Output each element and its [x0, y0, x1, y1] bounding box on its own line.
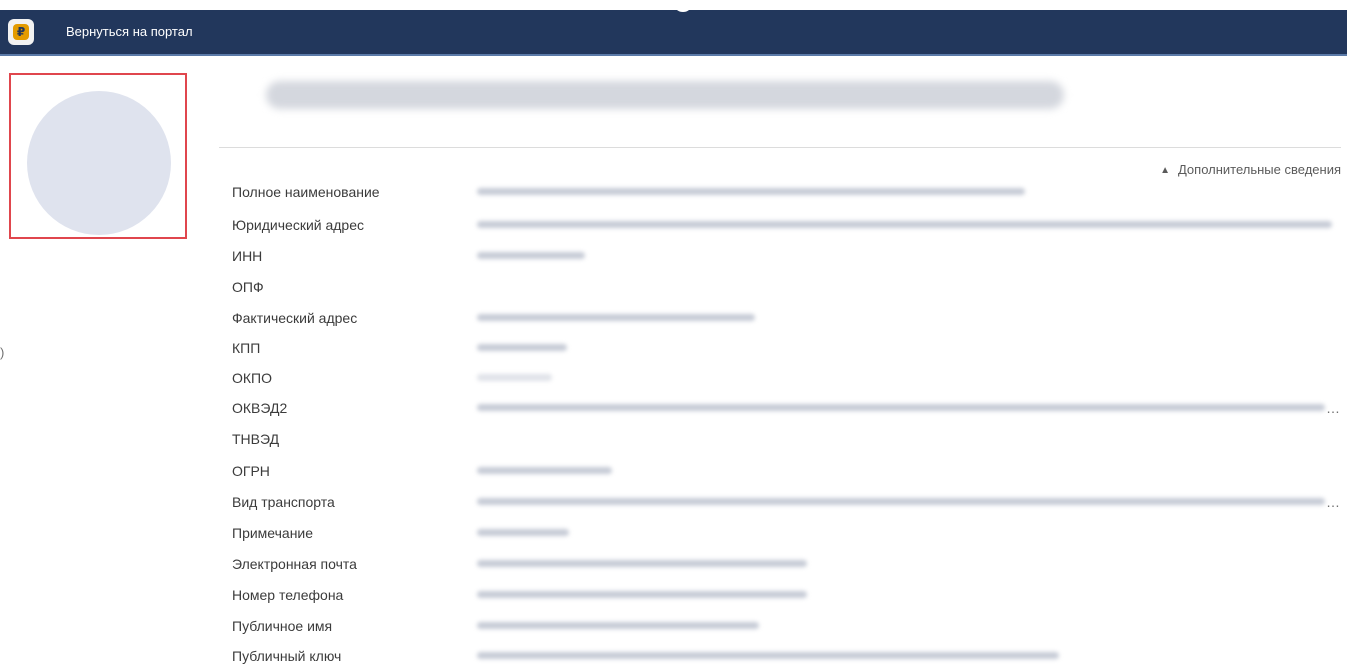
truncation-ellipsis: …	[1326, 400, 1340, 416]
section-divider	[219, 147, 1341, 148]
field-label: ТНВЭД	[232, 431, 280, 447]
field-row-ogrn: ОГРН	[232, 459, 1340, 483]
back-to-portal-link[interactable]: Вернуться на портал	[66, 24, 193, 40]
field-value-blurred	[477, 374, 552, 381]
field-row-full-name: Полное наименование	[232, 180, 1340, 204]
field-label: Полное наименование	[232, 184, 380, 200]
additional-info-toggle[interactable]: ▲ Дополнительные сведения	[1160, 162, 1341, 177]
field-label: ОКПО	[232, 370, 272, 386]
ruble-logo-icon: ₽	[13, 24, 29, 40]
field-label: Юридический адрес	[232, 217, 365, 233]
field-row-tnved: ТНВЭД	[232, 427, 1340, 451]
avatar-container[interactable]	[9, 73, 187, 239]
edge-bracket-icon: )	[0, 345, 5, 360]
field-label: ОКВЭД2	[232, 400, 288, 416]
field-value-blurred	[477, 529, 569, 536]
organization-title-blurred	[266, 81, 1064, 109]
field-row-kpp: КПП	[232, 336, 1340, 360]
field-label: Электронная почта	[232, 556, 357, 572]
field-row-note: Примечание	[232, 521, 1340, 545]
field-value-blurred	[477, 221, 1332, 228]
field-label: Публичный ключ	[232, 648, 342, 664]
additional-info-label: Дополнительные сведения	[1177, 162, 1341, 177]
field-value-blurred	[477, 344, 567, 351]
field-row-public-name: Публичное имя	[232, 614, 1340, 638]
top-bar: ₽ Вернуться на портал	[0, 10, 1347, 56]
field-row-email: Электронная почта	[232, 552, 1340, 576]
portal-logo-icon[interactable]: ₽	[8, 19, 34, 45]
field-label: Фактический адрес	[232, 310, 358, 326]
field-value-blurred	[477, 252, 585, 259]
field-row-public-key: Публичный ключ	[232, 644, 1340, 668]
field-label: Примечание	[232, 525, 314, 541]
field-value-blurred	[477, 560, 807, 567]
field-label: Публичное имя	[232, 618, 333, 634]
field-label: ОПФ	[232, 279, 264, 295]
field-value-blurred	[477, 591, 807, 598]
field-row-actual-address: Фактический адрес	[232, 306, 1340, 330]
field-value-blurred	[477, 188, 1025, 195]
field-row-inn: ИНН	[232, 244, 1340, 268]
field-label: ОГРН	[232, 463, 270, 479]
field-label: ИНН	[232, 248, 263, 264]
top-notch	[675, 0, 691, 12]
field-value-blurred	[477, 314, 755, 321]
field-value-blurred	[477, 404, 1325, 411]
chevron-up-icon: ▲	[1160, 165, 1170, 176]
field-row-phone: Номер телефона	[232, 583, 1340, 607]
avatar	[27, 91, 171, 235]
field-row-opf: ОПФ	[232, 275, 1340, 299]
field-row-okpo: ОКПО	[232, 366, 1340, 390]
field-value-blurred	[477, 652, 1059, 659]
field-row-okved2: ОКВЭД2 …	[232, 396, 1340, 420]
field-row-legal-address: Юридический адрес	[232, 213, 1340, 237]
field-value-blurred	[477, 622, 759, 629]
field-value-blurred	[477, 467, 612, 474]
truncation-ellipsis: …	[1326, 494, 1340, 510]
field-label: КПП	[232, 340, 261, 356]
field-label: Номер телефона	[232, 587, 344, 603]
field-row-transport-type: Вид транспорта …	[232, 490, 1340, 514]
field-value-blurred	[477, 498, 1325, 505]
field-label: Вид транспорта	[232, 494, 335, 510]
